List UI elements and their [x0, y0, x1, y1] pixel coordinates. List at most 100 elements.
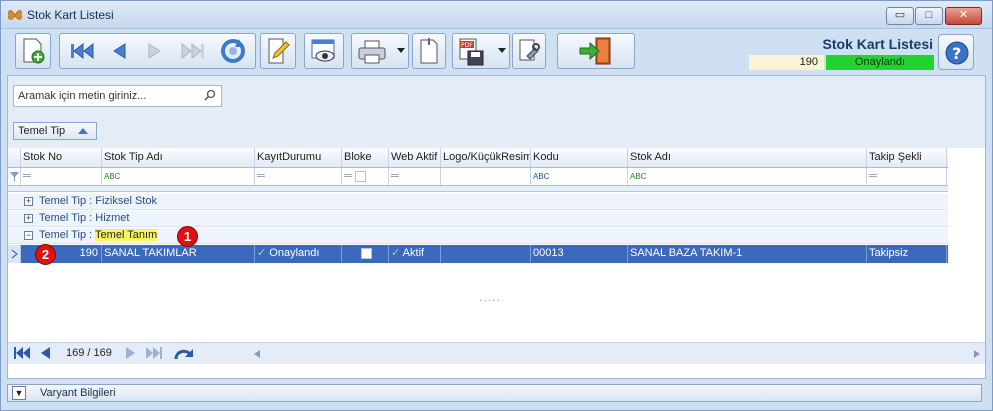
- refresh-button[interactable]: [214, 33, 252, 69]
- column-header-kodu[interactable]: Kodu: [531, 148, 628, 167]
- variant-panel-header[interactable]: ▼ Varyant Bilgileri: [7, 384, 982, 402]
- bloke-checkbox[interactable]: [360, 247, 372, 259]
- column-header-stok-adi[interactable]: Stok Adı: [628, 148, 867, 167]
- first-page-icon[interactable]: [14, 347, 30, 359]
- collapse-icon[interactable]: −: [24, 231, 33, 240]
- filter-cell-kodu[interactable]: ABC: [531, 168, 628, 185]
- close-icon: ✕: [958, 9, 969, 21]
- group-row-hizmet[interactable]: + Temel Tip : Hizmet: [8, 211, 948, 227]
- cell-stok-tip-adi[interactable]: SANAL TAKIMLAR: [102, 245, 255, 263]
- group-row-temel-tanim[interactable]: − Temel Tip : Temel Tanım: [8, 228, 948, 244]
- filter-cell-web-aktif[interactable]: ═: [389, 168, 441, 185]
- next-record-button[interactable]: [138, 33, 172, 69]
- column-header-web-aktif[interactable]: Web Aktif: [389, 148, 441, 167]
- maximize-icon: □: [925, 9, 933, 21]
- search-icon[interactable]: [204, 89, 216, 101]
- tools-icon: [519, 39, 540, 61]
- filter-icon[interactable]: [8, 168, 21, 185]
- filter-cell-stok-tip-adi[interactable]: ABC: [102, 168, 255, 185]
- scroll-left-icon[interactable]: [254, 350, 260, 358]
- cell-logo[interactable]: [441, 245, 531, 263]
- splitter-grip[interactable]: ·····: [479, 295, 501, 306]
- refresh-arrow-icon[interactable]: [174, 347, 194, 360]
- maximize-button[interactable]: □: [915, 7, 943, 25]
- tools-button[interactable]: [512, 33, 546, 69]
- filter-cell-logo[interactable]: [441, 168, 531, 185]
- previous-record-button[interactable]: [102, 33, 136, 69]
- last-page-icon[interactable]: [146, 347, 162, 359]
- pdf-save-button[interactable]: PDF: [452, 33, 510, 69]
- next-record-icon: [148, 43, 161, 59]
- previous-record-icon: [113, 43, 126, 59]
- group-label-value: Fiziksel Stok: [95, 195, 157, 207]
- print-icon: [358, 40, 386, 64]
- cell-stok-adi[interactable]: SANAL BAZA TAKIM-1: [628, 245, 867, 263]
- column-header-stok-tip-adi[interactable]: Stok Tip Adı: [102, 148, 255, 167]
- group-label-prefix: Temel Tip :: [39, 212, 96, 224]
- minimize-button[interactable]: ▭: [886, 7, 914, 25]
- cell-web-aktif[interactable]: ✓ Aktif: [389, 245, 441, 263]
- cell-stok-no[interactable]: 190: [21, 245, 102, 263]
- main-window: Stok Kart Listesi ▭ □ ✕ PDF Stok Kart Li…: [0, 0, 993, 411]
- group-label-prefix: Temel Tip :: [39, 229, 96, 241]
- help-icon: ?: [945, 41, 969, 65]
- group-row-fiziksel-stok[interactable]: + Temel Tip : Fiziksel Stok: [8, 194, 948, 210]
- print-button[interactable]: [351, 33, 409, 69]
- chevron-down-icon: [397, 48, 405, 53]
- copy-button[interactable]: [412, 33, 446, 69]
- column-header-logo[interactable]: Logo/KüçükResim: [441, 148, 531, 167]
- preview-button[interactable]: [304, 33, 344, 69]
- pdf-save-icon: PDF: [459, 38, 484, 66]
- filter-cell-bloke[interactable]: ═: [342, 168, 389, 185]
- annotation-marker-2: 2: [35, 244, 56, 265]
- horizontal-scrollbar[interactable]: [248, 347, 980, 361]
- filter-cell-stok-adi[interactable]: ABC: [628, 168, 867, 185]
- last-record-button[interactable]: [174, 33, 212, 69]
- group-label-prefix: Temel Tip :: [39, 195, 96, 207]
- sort-ascending-icon: [78, 128, 88, 134]
- search-input[interactable]: Aramak için metin giriniz...: [13, 85, 222, 107]
- expand-icon[interactable]: +: [24, 214, 33, 223]
- annotation-marker-1: 1: [177, 226, 198, 247]
- expand-panel-icon[interactable]: ▼: [12, 386, 26, 400]
- page-title: Stok Kart Listesi: [822, 36, 933, 52]
- filter-cell-stok-no[interactable]: ═: [21, 168, 102, 185]
- cell-kodu[interactable]: 00013: [531, 245, 628, 263]
- cell-kayit-durumu[interactable]: ✓ Onaylandı: [255, 245, 342, 263]
- record-navigator: 169 / 169: [8, 342, 985, 364]
- svg-text:PDF: PDF: [461, 42, 473, 49]
- first-record-icon: [71, 42, 94, 60]
- group-by-chip[interactable]: Temel Tip: [13, 122, 97, 140]
- last-record-icon: [181, 42, 204, 60]
- table-row[interactable]: 190 SANAL TAKIMLAR ✓ Onaylandı ✓ Aktif 0…: [8, 245, 948, 263]
- next-page-icon[interactable]: [126, 347, 135, 359]
- previous-page-icon[interactable]: [41, 347, 50, 359]
- column-header-stok-no[interactable]: Stok No: [21, 148, 102, 167]
- help-button[interactable]: ?: [938, 34, 974, 70]
- svg-text:?: ?: [952, 44, 961, 63]
- cell-bloke[interactable]: [342, 245, 389, 263]
- search-bar: Aramak için metin giriniz... Temel Tip: [8, 76, 985, 148]
- expand-icon[interactable]: +: [24, 197, 33, 206]
- exit-button[interactable]: [557, 33, 635, 69]
- close-button[interactable]: ✕: [945, 7, 982, 25]
- filter-cell-kayit-durumu[interactable]: ═: [255, 168, 342, 185]
- check-icon: ✓: [257, 247, 267, 259]
- group-label-value: Hizmet: [95, 212, 130, 224]
- scroll-right-icon[interactable]: [974, 350, 980, 358]
- cell-takip-sekli[interactable]: Takipsiz: [867, 245, 947, 263]
- filter-checkbox[interactable]: [354, 170, 366, 182]
- toolbar: PDF Stok Kart Listesi 190 Onaylandı ?: [7, 31, 987, 73]
- edit-button[interactable]: [260, 33, 296, 69]
- column-header-takip-sekli[interactable]: Takip Şekli: [867, 148, 947, 167]
- title-bar: Stok Kart Listesi ▭ □ ✕: [1, 1, 992, 29]
- filter-cell-takip-sekli[interactable]: ═: [867, 168, 947, 185]
- new-record-button[interactable]: [15, 33, 51, 69]
- group-label-value-highlighted: Temel Tanım: [95, 229, 158, 241]
- first-record-button[interactable]: [63, 33, 101, 69]
- group-chip-label: Temel Tip: [18, 125, 66, 137]
- copy-icon: [420, 38, 438, 64]
- column-header-kayit-durumu[interactable]: KayıtDurumu: [255, 148, 342, 167]
- group-separator: [8, 186, 948, 192]
- column-header-bloke[interactable]: Bloke: [342, 148, 389, 167]
